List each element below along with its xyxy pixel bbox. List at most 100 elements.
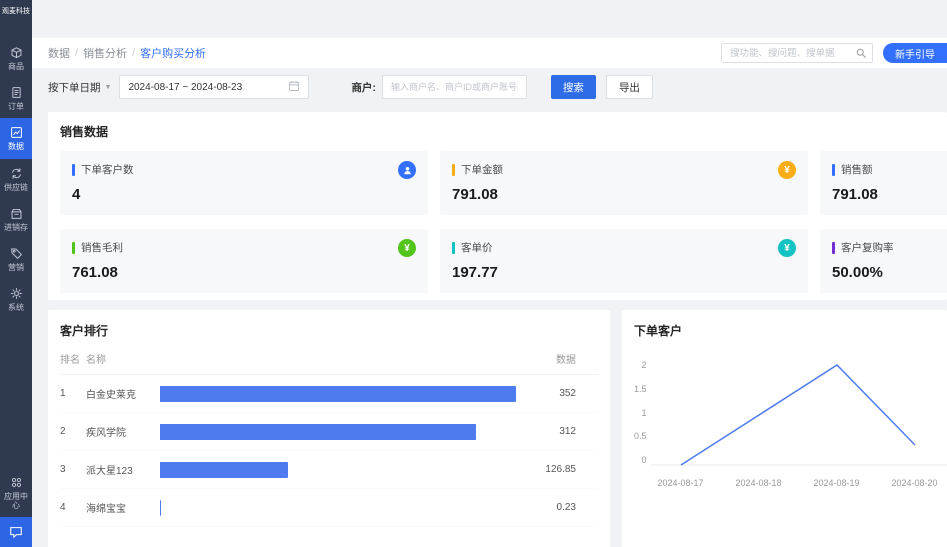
stat-card-gross-profit: 销售毛利 ¥ 761.08 — [60, 229, 428, 293]
sidebar-item-orders[interactable]: 订单 — [0, 78, 32, 118]
stat-value: 791.08 — [452, 186, 796, 203]
global-search-input[interactable] — [721, 43, 873, 63]
header: 数据 / 销售分析 / 客户购买分析 新手引导 — [32, 38, 947, 68]
stat-value: 761.08 — [72, 264, 416, 281]
value-column-header: 数据 — [516, 351, 576, 366]
sidebar-item-system[interactable]: 系统 — [0, 279, 32, 319]
ranking-bar — [160, 500, 161, 516]
stat-value: 791.08 — [832, 186, 947, 203]
sales-data-panel: 销售数据 下单客户数 4 下单金额 ¥ 791.08 销售额 ¥ 791.08 — [48, 112, 947, 300]
stat-card-avg-order-value: 客单价 ¥ 197.77 — [440, 229, 808, 293]
sidebar-item-data[interactable]: 数据 — [0, 118, 32, 158]
rank-number: 1 — [60, 388, 86, 399]
sidebar-item-goods[interactable]: 商品 — [0, 38, 32, 78]
brand-logo: 观麦科技 — [2, 6, 30, 16]
sidebar-item-label: 进销存 — [4, 223, 28, 232]
stat-card-order-amount: 下单金额 ¥ 791.08 — [440, 151, 808, 215]
date-range-picker[interactable]: 2024-08-17 ~ 2024-08-23 — [119, 75, 309, 99]
sidebar-item-marketing[interactable]: 营销 — [0, 239, 32, 279]
table-row: 3 派大星123 126.85 — [60, 451, 598, 489]
marketing-tag-icon — [10, 247, 23, 260]
sidebar-item-label: 供应链 — [4, 183, 28, 192]
table-row: 2 疾风学院 312 — [60, 413, 598, 451]
stat-value: 4 — [72, 186, 416, 203]
stat-grid: 下单客户数 4 下单金额 ¥ 791.08 销售额 ¥ 791.08 销售毛利 … — [60, 151, 935, 293]
accent-tick — [72, 242, 75, 254]
date-range-value: 2024-08-17 ~ 2024-08-23 — [128, 82, 288, 93]
chat-bubble-icon — [9, 525, 23, 539]
supply-chain-icon — [10, 167, 23, 180]
accent-tick — [72, 164, 75, 176]
stat-card-repurchase-rate: 客户复购率 % 50.00% — [820, 229, 947, 293]
x-axis-labels: 2024-08-17 2024-08-18 2024-08-19 2024-08… — [651, 478, 947, 492]
sidebar-item-inventory[interactable]: 进销存 — [0, 199, 32, 239]
stat-label: 客单价 — [461, 240, 493, 255]
stat-label: 下单金额 — [461, 162, 503, 177]
breadcrumb-current[interactable]: 客户购买分析 — [140, 45, 206, 61]
stat-label: 销售毛利 — [81, 240, 123, 255]
sidebar-item-label: 应用中心 — [1, 492, 31, 510]
customer-name: 海绵宝宝 — [86, 500, 160, 515]
customer-name: 白金史莱克 — [86, 386, 160, 401]
ranking-value: 312 — [516, 426, 576, 437]
table-row: 4 海绵宝宝 0.23 — [60, 489, 598, 527]
system-gear-icon — [10, 287, 23, 300]
sales-data-title: 销售数据 — [60, 123, 935, 140]
accent-tick — [452, 242, 455, 254]
table-row: 1 白金史莱克 352 — [60, 375, 598, 413]
data-chart-icon — [10, 126, 23, 139]
search-icon[interactable] — [855, 47, 867, 59]
order-customers-panel: 下单客户 2 1.5 1 0.5 0 2024-08-17 2024-08-18… — [622, 310, 947, 547]
stat-card-sales-amount: 销售额 ¥ 791.08 — [820, 151, 947, 215]
app-center-icon — [10, 476, 23, 489]
line-chart: 2 1.5 1 0.5 0 2024-08-17 2024-08-18 2024… — [634, 353, 935, 492]
stat-label: 客户复购率 — [841, 240, 894, 255]
beginner-guide-button[interactable]: 新手引导 — [883, 43, 947, 63]
ranking-value: 0.23 — [516, 502, 576, 513]
search-button[interactable]: 搜索 — [551, 75, 596, 99]
sidebar-item-label: 营销 — [8, 263, 24, 272]
customer-ranking-panel: 客户排行 排名 名称 数据 1 白金史莱克 352 2 疾风学院 312 3 派… — [48, 310, 610, 547]
customer-name: 派大星123 — [86, 462, 160, 477]
calendar-icon — [288, 80, 300, 95]
goods-icon — [10, 46, 23, 59]
sidebar-item-label: 商品 — [8, 62, 24, 71]
breadcrumb-item[interactable]: 数据 — [48, 45, 70, 61]
ranking-table-header: 排名 名称 数据 — [60, 351, 598, 375]
stat-label: 销售额 — [841, 162, 873, 177]
date-type-select[interactable]: 按下单日期 ▼ — [48, 80, 111, 95]
ranking-bar — [160, 424, 476, 440]
sidebar-service-button[interactable] — [0, 517, 32, 547]
yuan-icon: ¥ — [778, 239, 796, 257]
inventory-icon — [10, 207, 23, 220]
ranking-bar — [160, 462, 288, 478]
stat-label: 下单客户数 — [81, 162, 134, 177]
name-column-header: 名称 — [86, 351, 160, 366]
merchant-search-input[interactable] — [382, 75, 527, 99]
app-root: 观麦科技 商品 订单 数据 供应链 进销存 — [0, 0, 947, 547]
customer-icon — [398, 161, 416, 179]
order-icon — [10, 86, 23, 99]
filter-bar: 按下单日期 ▼ 2024-08-17 ~ 2024-08-23 商户: 搜索 导… — [48, 74, 937, 100]
breadcrumb-item[interactable]: 销售分析 — [83, 45, 127, 61]
yuan-icon: ¥ — [778, 161, 796, 179]
rank-number: 4 — [60, 502, 86, 513]
accent-tick — [832, 242, 835, 254]
stat-card-order-customers: 下单客户数 4 — [60, 151, 428, 215]
sidebar: 观麦科技 商品 订单 数据 供应链 进销存 — [0, 0, 32, 547]
rank-column-header: 排名 — [60, 351, 86, 366]
accent-tick — [832, 164, 835, 176]
breadcrumb-separator: / — [75, 47, 78, 59]
export-button[interactable]: 导出 — [606, 75, 653, 99]
sidebar-item-label: 系统 — [8, 303, 24, 312]
sidebar-item-label: 订单 — [8, 102, 24, 111]
sidebar-item-app-center[interactable]: 应用中心 — [0, 468, 32, 517]
sidebar-nav: 商品 订单 数据 供应链 进销存 营销 — [0, 38, 32, 319]
chevron-down-icon: ▼ — [105, 84, 112, 91]
yuan-icon: ¥ — [398, 239, 416, 257]
global-search — [721, 43, 873, 63]
sidebar-item-supply-chain[interactable]: 供应链 — [0, 159, 32, 199]
sidebar-item-label: 数据 — [8, 142, 24, 151]
line-chart-svg — [651, 353, 947, 473]
date-type-label: 按下单日期 — [48, 80, 101, 95]
